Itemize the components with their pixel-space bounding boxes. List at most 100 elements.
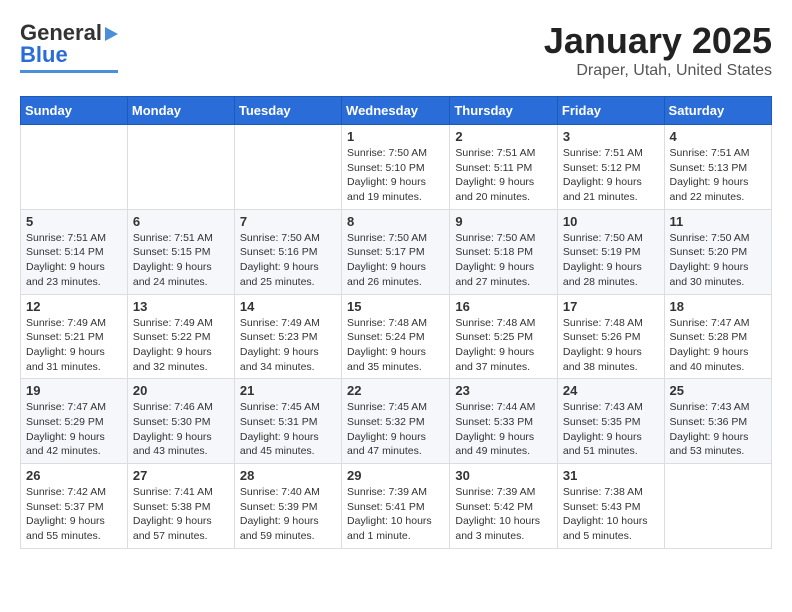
calendar-cell: 5Sunrise: 7:51 AM Sunset: 5:14 PM Daylig… bbox=[21, 209, 128, 294]
day-detail: Sunrise: 7:50 AM Sunset: 5:20 PM Dayligh… bbox=[670, 231, 766, 290]
calendar-cell: 4 Sunrise: 7:51 AM Sunset: 5:13 PM Daylig… bbox=[664, 125, 771, 210]
day-detail: Sunrise: 7:51 AM Sunset: 5:13 PM Dayligh… bbox=[670, 146, 766, 205]
calendar-cell: 22 Sunrise: 7:45 AM Sunset: 5:32 PM Dayli… bbox=[342, 379, 450, 464]
col-header-monday: Monday bbox=[127, 97, 234, 125]
calendar-cell: 26Sunrise: 7:42 AM Sunset: 5:37 PM Dayli… bbox=[21, 464, 128, 549]
day-detail: Sunrise: 7:50 AM Sunset: 5:18 PM Dayligh… bbox=[455, 231, 552, 290]
calendar-cell: 28 Sunrise: 7:40 AM Sunset: 5:39 PM Dayli… bbox=[234, 464, 341, 549]
calendar-cell: 20 Sunrise: 7:46 AM Sunset: 5:30 PM Dayli… bbox=[127, 379, 234, 464]
day-detail: Sunrise: 7:50 AM Sunset: 5:16 PM Dayligh… bbox=[240, 231, 336, 290]
calendar-cell bbox=[664, 464, 771, 549]
day-number: 9 bbox=[455, 214, 552, 229]
day-number: 17 bbox=[563, 299, 659, 314]
calendar-cell: 18 Sunrise: 7:47 AM Sunset: 5:28 PM Dayli… bbox=[664, 294, 771, 379]
calendar-week-row: 26Sunrise: 7:42 AM Sunset: 5:37 PM Dayli… bbox=[21, 464, 772, 549]
day-number: 12 bbox=[26, 299, 122, 314]
calendar-cell: 14Sunrise: 7:49 AM Sunset: 5:23 PM Dayli… bbox=[234, 294, 341, 379]
day-number: 4 bbox=[670, 129, 766, 144]
day-number: 31 bbox=[563, 468, 659, 483]
day-detail: Sunrise: 7:41 AM Sunset: 5:38 PM Dayligh… bbox=[133, 485, 229, 544]
month-title: January 2025 bbox=[544, 20, 772, 62]
day-detail: Sunrise: 7:51 AM Sunset: 5:14 PM Dayligh… bbox=[26, 231, 122, 290]
logo-arrow-icon bbox=[105, 27, 118, 41]
day-number: 8 bbox=[347, 214, 444, 229]
day-detail: Sunrise: 7:39 AM Sunset: 5:42 PM Dayligh… bbox=[455, 485, 552, 544]
calendar-cell: 24 Sunrise: 7:43 AM Sunset: 5:35 PM Dayli… bbox=[557, 379, 664, 464]
day-detail: Sunrise: 7:43 AM Sunset: 5:36 PM Dayligh… bbox=[670, 400, 766, 459]
day-number: 18 bbox=[670, 299, 766, 314]
day-detail: Sunrise: 7:50 AM Sunset: 5:19 PM Dayligh… bbox=[563, 231, 659, 290]
calendar-header-row: SundayMondayTuesdayWednesdayThursdayFrid… bbox=[21, 97, 772, 125]
day-number: 1 bbox=[347, 129, 444, 144]
day-detail: Sunrise: 7:43 AM Sunset: 5:35 PM Dayligh… bbox=[563, 400, 659, 459]
calendar-cell: 25 Sunrise: 7:43 AM Sunset: 5:36 PM Dayli… bbox=[664, 379, 771, 464]
day-number: 13 bbox=[133, 299, 229, 314]
calendar-cell: 11 Sunrise: 7:50 AM Sunset: 5:20 PM Dayli… bbox=[664, 209, 771, 294]
day-detail: Sunrise: 7:40 AM Sunset: 5:39 PM Dayligh… bbox=[240, 485, 336, 544]
day-number: 26 bbox=[26, 468, 122, 483]
day-number: 29 bbox=[347, 468, 444, 483]
day-number: 19 bbox=[26, 383, 122, 398]
col-header-sunday: Sunday bbox=[21, 97, 128, 125]
calendar-cell: 7Sunrise: 7:50 AM Sunset: 5:16 PM Daylig… bbox=[234, 209, 341, 294]
day-detail: Sunrise: 7:45 AM Sunset: 5:31 PM Dayligh… bbox=[240, 400, 336, 459]
calendar-cell: 30 Sunrise: 7:39 AM Sunset: 5:42 PM Dayli… bbox=[450, 464, 558, 549]
calendar-cell: 29 Sunrise: 7:39 AM Sunset: 5:41 PM Dayli… bbox=[342, 464, 450, 549]
day-number: 10 bbox=[563, 214, 659, 229]
calendar-cell: 12 Sunrise: 7:49 AM Sunset: 5:21 PM Dayli… bbox=[21, 294, 128, 379]
day-detail: Sunrise: 7:45 AM Sunset: 5:32 PM Dayligh… bbox=[347, 400, 444, 459]
day-number: 22 bbox=[347, 383, 444, 398]
day-detail: Sunrise: 7:47 AM Sunset: 5:28 PM Dayligh… bbox=[670, 316, 766, 375]
title-block: January 2025 Draper, Utah, United States bbox=[544, 20, 772, 80]
calendar-cell: 17Sunrise: 7:48 AM Sunset: 5:26 PM Dayli… bbox=[557, 294, 664, 379]
calendar-cell: 16 Sunrise: 7:48 AM Sunset: 5:25 PM Dayli… bbox=[450, 294, 558, 379]
col-header-saturday: Saturday bbox=[664, 97, 771, 125]
calendar-cell bbox=[234, 125, 341, 210]
calendar-week-row: 12 Sunrise: 7:49 AM Sunset: 5:21 PM Dayli… bbox=[21, 294, 772, 379]
day-detail: Sunrise: 7:48 AM Sunset: 5:25 PM Dayligh… bbox=[455, 316, 552, 375]
day-number: 24 bbox=[563, 383, 659, 398]
day-detail: Sunrise: 7:49 AM Sunset: 5:23 PM Dayligh… bbox=[240, 316, 336, 375]
day-detail: Sunrise: 7:50 AM Sunset: 5:10 PM Dayligh… bbox=[347, 146, 444, 205]
day-detail: Sunrise: 7:47 AM Sunset: 5:29 PM Dayligh… bbox=[26, 400, 122, 459]
calendar-table: SundayMondayTuesdayWednesdayThursdayFrid… bbox=[20, 96, 772, 549]
day-detail: Sunrise: 7:39 AM Sunset: 5:41 PM Dayligh… bbox=[347, 485, 444, 544]
calendar-cell: 2Sunrise: 7:51 AM Sunset: 5:11 PM Daylig… bbox=[450, 125, 558, 210]
day-number: 25 bbox=[670, 383, 766, 398]
day-number: 30 bbox=[455, 468, 552, 483]
calendar-cell: 3Sunrise: 7:51 AM Sunset: 5:12 PM Daylig… bbox=[557, 125, 664, 210]
day-number: 15 bbox=[347, 299, 444, 314]
calendar-cell: 13Sunrise: 7:49 AM Sunset: 5:22 PM Dayli… bbox=[127, 294, 234, 379]
calendar-cell: 31 Sunrise: 7:38 AM Sunset: 5:43 PM Dayli… bbox=[557, 464, 664, 549]
day-number: 23 bbox=[455, 383, 552, 398]
calendar-cell: 9 Sunrise: 7:50 AM Sunset: 5:18 PM Daylig… bbox=[450, 209, 558, 294]
calendar-cell: 1 Sunrise: 7:50 AM Sunset: 5:10 PM Daylig… bbox=[342, 125, 450, 210]
day-number: 21 bbox=[240, 383, 336, 398]
calendar-cell: 23Sunrise: 7:44 AM Sunset: 5:33 PM Dayli… bbox=[450, 379, 558, 464]
day-detail: Sunrise: 7:38 AM Sunset: 5:43 PM Dayligh… bbox=[563, 485, 659, 544]
location-title: Draper, Utah, United States bbox=[544, 62, 772, 80]
logo-blue: Blue bbox=[20, 42, 68, 67]
calendar-cell: 10 Sunrise: 7:50 AM Sunset: 5:19 PM Dayli… bbox=[557, 209, 664, 294]
day-number: 6 bbox=[133, 214, 229, 229]
day-number: 16 bbox=[455, 299, 552, 314]
logo: General Blue bbox=[20, 20, 118, 73]
col-header-thursday: Thursday bbox=[450, 97, 558, 125]
calendar-week-row: 19 Sunrise: 7:47 AM Sunset: 5:29 PM Dayli… bbox=[21, 379, 772, 464]
day-number: 20 bbox=[133, 383, 229, 398]
day-number: 11 bbox=[670, 214, 766, 229]
day-number: 27 bbox=[133, 468, 229, 483]
col-header-wednesday: Wednesday bbox=[342, 97, 450, 125]
logo-underline bbox=[20, 70, 118, 73]
col-header-friday: Friday bbox=[557, 97, 664, 125]
calendar-cell: 6Sunrise: 7:51 AM Sunset: 5:15 PM Daylig… bbox=[127, 209, 234, 294]
day-number: 2 bbox=[455, 129, 552, 144]
page-header: General Blue January 2025 Draper, Utah, … bbox=[20, 20, 772, 80]
day-detail: Sunrise: 7:46 AM Sunset: 5:30 PM Dayligh… bbox=[133, 400, 229, 459]
day-detail: Sunrise: 7:49 AM Sunset: 5:21 PM Dayligh… bbox=[26, 316, 122, 375]
calendar-cell: 8 Sunrise: 7:50 AM Sunset: 5:17 PM Daylig… bbox=[342, 209, 450, 294]
calendar-cell bbox=[21, 125, 128, 210]
day-number: 28 bbox=[240, 468, 336, 483]
calendar-week-row: 1 Sunrise: 7:50 AM Sunset: 5:10 PM Daylig… bbox=[21, 125, 772, 210]
day-detail: Sunrise: 7:50 AM Sunset: 5:17 PM Dayligh… bbox=[347, 231, 444, 290]
